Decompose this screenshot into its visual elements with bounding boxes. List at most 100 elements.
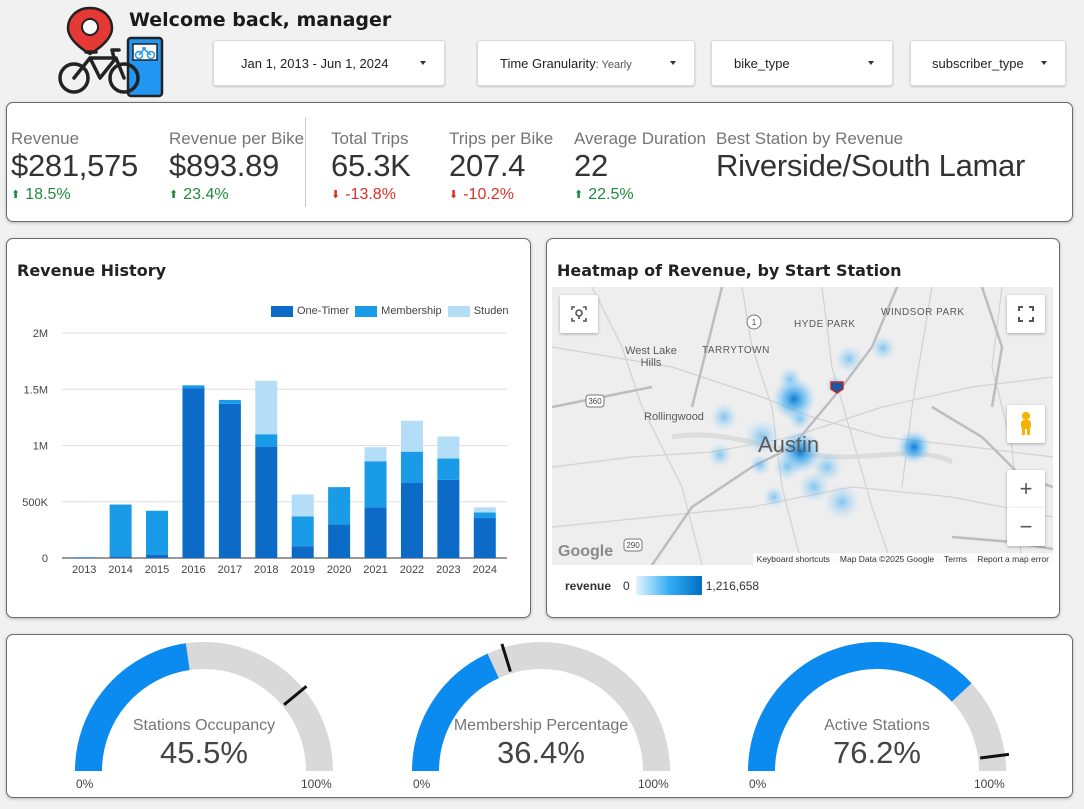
bar-segment[interactable] (473, 512, 496, 519)
street-view-pegman-button[interactable] (1007, 405, 1045, 443)
bar-segment[interactable] (400, 420, 423, 452)
bar-segment[interactable] (400, 451, 423, 483)
report-map-error-link[interactable]: Report a map error (977, 554, 1049, 564)
kpi-change: ⬆ 23.4% (169, 186, 229, 203)
color-scale-legend: revenue 0 1,216,658 (565, 576, 759, 595)
minus-icon: − (1019, 514, 1033, 539)
scale-label: revenue (565, 578, 612, 593)
bar-segment[interactable] (364, 461, 387, 508)
x-tick-label: 2021 (363, 564, 387, 576)
gauge-value: 45.5% (160, 735, 248, 770)
bar-segment[interactable] (291, 546, 314, 558)
scale-min: 0 (623, 578, 630, 593)
gauge-min: 0% (413, 777, 431, 791)
scale-max: 1,216,658 (705, 578, 760, 593)
fullscreen-button[interactable] (1007, 295, 1045, 333)
subscriber-type-select[interactable]: subscriber_type (910, 40, 1066, 86)
gauge-arc (75, 642, 333, 772)
kpi-label: Trips per Bike (449, 129, 554, 148)
kpi-value: 22 (574, 148, 608, 183)
arrow-down-icon: ⬇ (449, 189, 459, 201)
bar-segment[interactable] (218, 403, 241, 558)
y-tick-label: 2M (33, 328, 48, 340)
kpi-label: Best Station by Revenue (716, 129, 904, 148)
x-tick-label: 2016 (181, 564, 205, 576)
bar-segment[interactable] (291, 516, 314, 547)
x-tick-label: 2013 (72, 564, 96, 576)
map-place-label: TARRYTOWN (702, 345, 770, 356)
x-tick-label: 2017 (218, 564, 242, 576)
bar-segment[interactable] (255, 434, 278, 447)
gauge-membership-percentage: Membership Percentage 36.4% 0% 100% (408, 635, 674, 795)
gauge-label: Active Stations (824, 717, 930, 734)
zoom-in-button[interactable]: + (1007, 470, 1045, 508)
chevron-down-icon (1041, 61, 1047, 65)
x-tick-label: 2022 (400, 564, 424, 576)
kpi-change: ⬆ 22.5% (574, 186, 634, 203)
bar-segment[interactable] (182, 388, 205, 558)
map-data-credit: Map Data ©2025 Google (839, 554, 935, 564)
map-place-label: HYDE PARK (794, 319, 856, 330)
bar-segment[interactable] (146, 510, 169, 555)
bar-segment[interactable] (146, 554, 169, 558)
bar-segment[interactable] (109, 504, 132, 557)
kpi-label: Revenue per Bike (169, 129, 305, 148)
map-attribution: Keyboard shortcuts Map Data ©2025 Google… (752, 553, 1053, 565)
bar-segment[interactable] (400, 482, 423, 558)
gauge-value: 76.2% (833, 735, 921, 770)
chevron-down-icon (420, 61, 426, 65)
bar-segment[interactable] (473, 518, 496, 558)
bar-segment[interactable] (255, 380, 278, 435)
gauge-active-stations: Active Stations 76.2% 0% 100% (744, 635, 1010, 795)
kpi-divider (305, 117, 306, 207)
map-city-label: Austin (758, 432, 820, 457)
bar-segment[interactable] (328, 487, 351, 525)
bar-segment[interactable] (437, 458, 460, 480)
date-range-value: Jan 1, 2013 - Jun 1, 2024 (241, 55, 389, 71)
locate-me-button[interactable] (560, 295, 598, 333)
gauge-label: Membership Percentage (453, 717, 629, 734)
kpi-value: 65.3K (331, 148, 411, 183)
bar-segment[interactable] (291, 494, 314, 517)
plus-icon: + (1019, 476, 1033, 501)
subscriber-type-value: subscriber_type (932, 55, 1024, 71)
granularity-label: Time Granularity (500, 55, 596, 71)
terms-link[interactable]: Terms (944, 554, 967, 564)
bar-segment[interactable] (473, 507, 496, 513)
kpi-card: Revenue $281,575 ⬆ 18.5% Revenue per Bike… (6, 102, 1073, 222)
arrow-up-icon: ⬆ (11, 189, 21, 201)
keyboard-shortcuts-link[interactable]: Keyboard shortcuts (757, 554, 830, 564)
road-shield-label: 360 (588, 397, 602, 406)
road-shield-label: 290 (626, 541, 640, 550)
time-granularity-select[interactable]: Time Granularity: Yearly (477, 40, 695, 86)
y-tick-label: 500K (22, 497, 48, 509)
bar-segment[interactable] (218, 399, 241, 404)
kpi-value: $281,575 (11, 148, 138, 183)
bar-segment[interactable] (364, 447, 387, 462)
bar-segment[interactable] (182, 385, 205, 389)
bar-segment[interactable] (437, 436, 460, 459)
chevron-down-icon (868, 61, 874, 65)
bar-segment[interactable] (73, 557, 96, 558)
y-tick-label: 0 (42, 553, 48, 565)
kpi-value: 207.4 (449, 148, 526, 183)
gauge-max: 100% (974, 777, 1005, 791)
gauge-stations-occupancy: Stations Occupancy 45.5% 0% 100% (71, 635, 337, 795)
bar-segment[interactable] (364, 507, 387, 558)
kpi-value: Riverside/South Lamar (716, 148, 1026, 183)
pegman-icon (1021, 412, 1031, 435)
bar-segment[interactable] (437, 479, 460, 558)
date-range-picker[interactable]: Jan 1, 2013 - Jun 1, 2024 (213, 40, 445, 86)
bar-segment[interactable] (255, 446, 278, 558)
kpi-change: ⬇ -10.2% (449, 186, 514, 203)
bike-type-select[interactable]: bike_type (711, 40, 893, 86)
x-tick-label: 2015 (145, 564, 169, 576)
bar-segment[interactable] (109, 556, 132, 558)
bar-segment[interactable] (328, 524, 351, 558)
map-view[interactable]: 1 360 290 West Lake Hills TARRYTOWN HYDE… (552, 287, 1053, 565)
chevron-down-icon (670, 61, 676, 65)
zoom-out-button[interactable]: − (1007, 508, 1045, 546)
gauge-arc (412, 642, 670, 772)
arrow-up-icon: ⬆ (169, 189, 179, 201)
gauge-label: Stations Occupancy (132, 717, 276, 734)
